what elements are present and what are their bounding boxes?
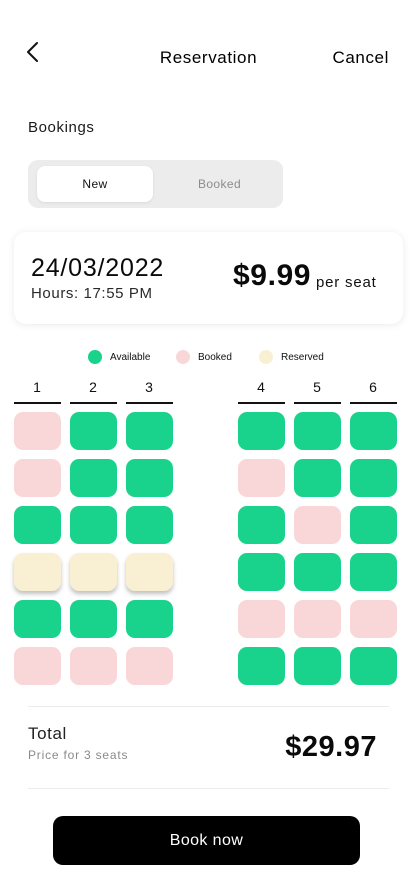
seat-available[interactable] [350,553,397,591]
seat-available[interactable] [70,459,117,497]
session-hours: Hours: 17:55 PM [31,285,153,302]
column-underline [14,402,61,404]
seat-booked [294,506,341,544]
reserved-dot [259,350,273,364]
total-label: Total [28,724,67,743]
seat-booked [126,647,173,685]
seat-booked [238,459,285,497]
legend-reserved: Reserved [259,350,324,364]
legend-label: Available [110,351,151,363]
chevron-left-icon [27,42,38,62]
session-card: 24/03/2022 Hours: 17:55 PM $9.99 per sea… [14,232,403,324]
tab-new[interactable]: New [37,166,153,202]
column-number: 3 [145,379,153,395]
seat-booked [14,459,61,497]
seat-available[interactable] [14,600,61,638]
column-number: 1 [33,379,41,395]
seat-booked [238,600,285,638]
column-number: 2 [89,379,97,395]
booked-dot [176,350,190,364]
seat-available[interactable] [70,412,117,450]
available-dot [88,350,102,364]
session-date: 24/03/2022 [31,254,165,282]
page-title: Reservation [159,48,258,67]
column-number: 5 [313,379,321,395]
seat-available[interactable] [126,459,173,497]
seat-booked [14,412,61,450]
back-button[interactable] [22,40,46,64]
seat-available[interactable] [294,647,341,685]
seat-booked [70,647,117,685]
seat-available[interactable] [70,506,117,544]
column-number: 4 [257,379,265,395]
seat-reserved [70,553,117,591]
seat-booked [14,647,61,685]
column-underline [350,402,397,404]
column-underline [126,402,173,404]
seat-available[interactable] [126,600,173,638]
seat-reserved [126,553,173,591]
seat-price: $9.99 [233,259,312,292]
seat-available[interactable] [238,506,285,544]
seat-available[interactable] [14,506,61,544]
seat-available[interactable] [350,412,397,450]
seat-available[interactable] [238,647,285,685]
seat-available[interactable] [350,647,397,685]
bookings-label: Bookings [28,119,95,136]
column-underline [294,402,341,404]
seat-available[interactable] [70,600,117,638]
column-number: 6 [369,379,377,395]
seat-available[interactable] [350,459,397,497]
seat-available[interactable] [294,553,341,591]
seat-available[interactable] [294,459,341,497]
total-price: $29.97 [285,731,377,763]
seat-available[interactable] [238,412,285,450]
legend-label: Reserved [281,351,324,363]
seat-reserved [14,553,61,591]
legend-label: Booked [198,351,232,363]
total-subtitle: Price for 3 seats [28,748,129,762]
seat-available[interactable] [350,506,397,544]
seat-booked [294,600,341,638]
divider [28,788,389,789]
seat-available[interactable] [238,553,285,591]
legend-available: Available [88,350,150,364]
book-now-button[interactable]: Book now [53,816,360,865]
seat-available[interactable] [294,412,341,450]
column-underline [238,402,285,404]
divider [28,706,389,707]
cancel-button[interactable]: Cancel [332,48,389,68]
price-unit: per seat [316,274,377,291]
seat-booked [350,600,397,638]
tab-booked[interactable]: Booked [156,166,283,202]
legend-booked: Booked [176,350,232,364]
bookings-tabs: New Booked [28,160,283,208]
seat-available[interactable] [126,506,173,544]
seat-available[interactable] [126,412,173,450]
column-underline [70,402,117,404]
